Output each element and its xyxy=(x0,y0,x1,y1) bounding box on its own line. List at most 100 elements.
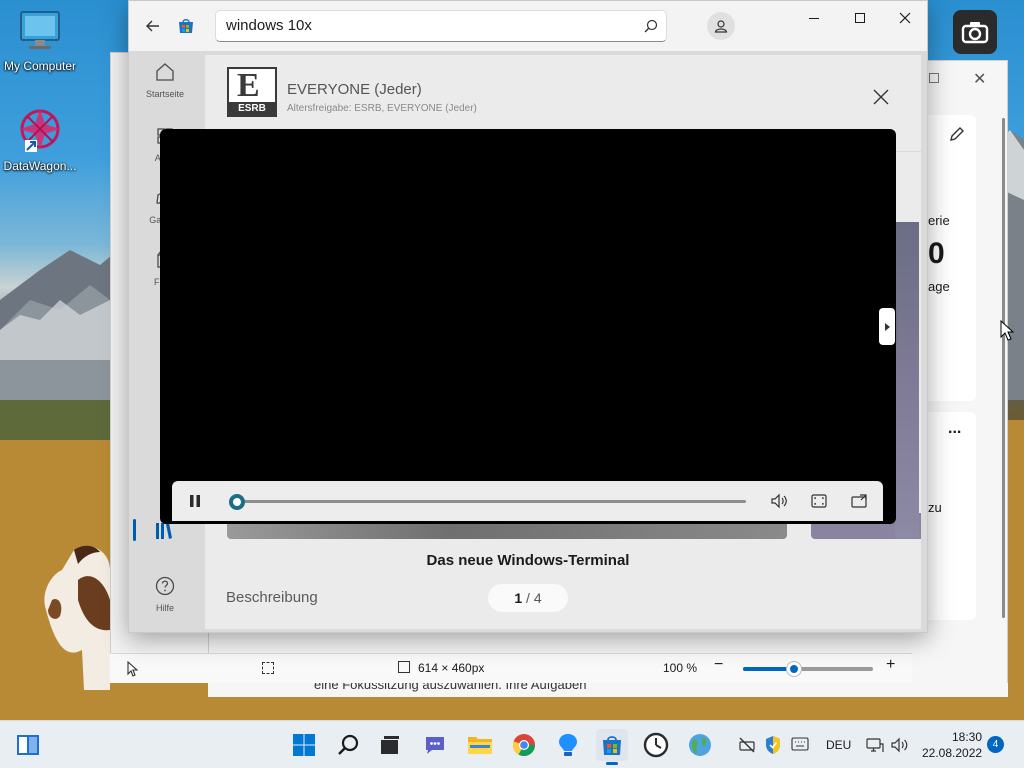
video-progress-track[interactable] xyxy=(234,500,746,503)
task-view-button[interactable] xyxy=(374,729,406,761)
zoom-slider-thumb[interactable] xyxy=(787,662,801,676)
taskbar: DEU 18:30 22.08.2022 4 xyxy=(0,720,1024,768)
rating-subtitle: Altersfreigabe: ESRB, EVERYONE (Jeder) xyxy=(287,103,477,114)
account-button[interactable] xyxy=(707,12,735,40)
chat-icon xyxy=(426,737,444,754)
right-card-top: erie 0 age xyxy=(928,115,976,401)
zoom-slider[interactable] xyxy=(743,662,873,676)
fit-screen-icon[interactable] xyxy=(810,493,828,509)
pager-current: 1 xyxy=(514,590,523,606)
zoom-slider-fill xyxy=(743,667,793,671)
partial-task-text: eine Fokussitzung auszuwählen. Ihre Aufg… xyxy=(208,683,1008,697)
right-card-bottom: ... zu xyxy=(928,412,976,620)
pager-total: 4 xyxy=(533,590,542,606)
video-controls xyxy=(172,481,883,521)
input-language-indicator[interactable]: DEU xyxy=(826,738,851,752)
clock-time[interactable]: 18:30 xyxy=(952,730,982,744)
widgets-icon xyxy=(17,735,39,755)
speaker-icon[interactable] xyxy=(890,736,910,754)
globe-icon xyxy=(689,734,711,756)
chevron-right-icon xyxy=(885,322,890,331)
search-input[interactable]: windows 10x xyxy=(215,10,667,42)
canvas-size-text: 614 × 460px xyxy=(418,661,485,675)
search-icon xyxy=(338,734,359,755)
tips-button[interactable] xyxy=(552,729,584,761)
desktop-icon-label: My Computer xyxy=(3,59,77,73)
volume-icon[interactable] xyxy=(770,493,788,509)
minimize-icon xyxy=(809,17,819,19)
pause-icon[interactable] xyxy=(188,494,202,508)
next-media-button[interactable] xyxy=(879,308,895,345)
camera-icon xyxy=(961,22,989,44)
mouse-cursor xyxy=(1000,320,1014,341)
display-network-icon[interactable] xyxy=(866,736,884,754)
desktop-icon-datawagon[interactable]: DataWagon... xyxy=(0,104,80,173)
security-shield-icon[interactable] xyxy=(764,735,782,755)
rating-title: EVERYONE (Jeder) xyxy=(287,81,422,98)
search-icon[interactable] xyxy=(644,19,658,33)
store-logo-icon xyxy=(179,19,193,33)
folder-icon xyxy=(468,737,492,754)
network-offline-icon[interactable] xyxy=(738,736,756,754)
partial-text-to: zu xyxy=(928,500,942,515)
zoom-level-text: 100 % xyxy=(663,661,698,675)
maximize-button[interactable] xyxy=(837,1,883,35)
partial-window-controls: ✕ xyxy=(927,71,997,91)
file-explorer-button[interactable] xyxy=(464,729,496,761)
partial-text-series: erie xyxy=(928,213,950,228)
esrb-badge: E ESRB xyxy=(227,67,277,117)
notification-badge[interactable]: 4 xyxy=(987,736,1004,753)
zoom-in-button[interactable]: + xyxy=(886,656,895,674)
chrome-button[interactable] xyxy=(508,729,540,761)
computer-icon xyxy=(20,11,60,49)
video-progress-thumb[interactable] xyxy=(229,494,245,510)
media-caption: Das neue Windows-Terminal xyxy=(426,552,630,569)
store-title-bar: windows 10x xyxy=(129,1,927,51)
store-icon xyxy=(603,736,621,755)
partial-text-days: age xyxy=(928,279,950,294)
windows-logo-icon xyxy=(293,734,315,756)
video-player[interactable] xyxy=(160,129,896,524)
clock-date[interactable]: 22.08.2022 xyxy=(922,746,982,760)
close-icon[interactable]: ✕ xyxy=(973,69,986,89)
description-heading: Beschreibung xyxy=(226,589,318,606)
wallpaper-horse xyxy=(44,545,110,690)
dialog-close-icon[interactable] xyxy=(871,87,891,107)
pager-separator: / xyxy=(522,590,534,606)
right-scrollbar[interactable] xyxy=(1002,118,1005,618)
start-button[interactable] xyxy=(288,729,320,761)
minimize-button[interactable] xyxy=(791,1,837,35)
more-options-button[interactable]: ... xyxy=(948,420,961,438)
maximize-icon[interactable] xyxy=(929,73,939,83)
store-taskbar-button[interactable] xyxy=(596,729,628,765)
widgets-button[interactable] xyxy=(12,729,44,761)
popout-icon[interactable] xyxy=(850,493,868,509)
edit-pencil-icon[interactable] xyxy=(948,125,966,143)
next-screenshot-preview[interactable] xyxy=(895,222,919,538)
media-pager: 1 / 4 xyxy=(488,584,568,612)
close-icon xyxy=(899,12,911,24)
teams-chat-button[interactable] xyxy=(419,729,451,761)
maps-button[interactable] xyxy=(684,729,716,761)
search-button[interactable] xyxy=(332,729,364,761)
task-view-icon xyxy=(381,736,399,754)
clock-app-button[interactable] xyxy=(640,729,672,761)
back-arrow-icon[interactable] xyxy=(145,18,161,34)
selection-icon xyxy=(262,662,274,674)
notification-count: 4 xyxy=(992,739,999,750)
close-button[interactable] xyxy=(882,1,927,35)
partial-text-number: 0 xyxy=(928,237,945,270)
desktop-icon-my-computer[interactable]: My Computer xyxy=(0,8,80,73)
keyboard-icon[interactable] xyxy=(791,737,809,751)
pointer-icon xyxy=(127,661,138,677)
user-icon xyxy=(714,20,728,33)
maximize-icon xyxy=(855,13,865,23)
chrome-icon xyxy=(513,734,535,756)
camera-app-icon[interactable] xyxy=(953,10,997,54)
datawagon-icon xyxy=(20,109,60,152)
clock-icon xyxy=(643,732,669,758)
lightbulb-icon xyxy=(559,734,577,756)
paint-status-bar: 614 × 460px 100 % − + xyxy=(110,653,912,683)
zoom-out-button[interactable]: − xyxy=(714,656,723,674)
esrb-label: ESRB xyxy=(229,102,275,115)
